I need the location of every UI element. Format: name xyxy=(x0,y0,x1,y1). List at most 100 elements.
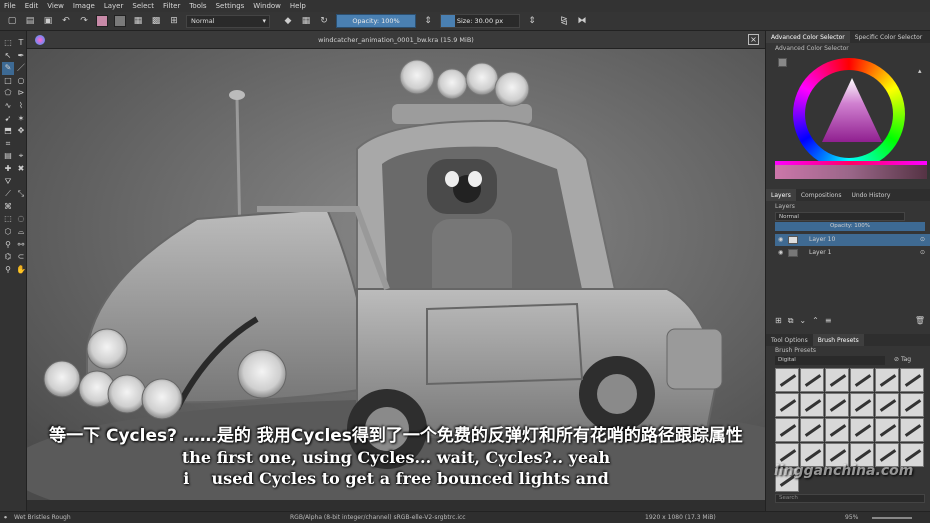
brush-preset-item[interactable] xyxy=(900,418,924,442)
pan-tool-icon[interactable]: ✋ xyxy=(15,264,27,277)
polyline-tool-icon[interactable]: ⊳ xyxy=(15,87,27,100)
menu-settings[interactable]: Settings xyxy=(216,2,245,10)
layer-row[interactable]: ◉ Layer 1 ⊙ xyxy=(775,247,930,259)
move-tool-icon[interactable]: ✥ xyxy=(15,125,27,138)
menu-help[interactable]: Help xyxy=(290,2,306,10)
color-triangle[interactable] xyxy=(822,78,882,142)
brush-preset-item[interactable] xyxy=(850,418,874,442)
move-up-icon[interactable]: ⌃ xyxy=(812,316,819,327)
menu-layer[interactable]: Layer xyxy=(104,2,124,10)
measure-tool-icon[interactable]: ⤡ xyxy=(15,188,27,201)
size-stepper-icon[interactable]: ⇕ xyxy=(526,15,538,27)
opacity-stepper-icon[interactable]: ⇕ xyxy=(422,15,434,27)
tag-button[interactable]: ⊘ Tag xyxy=(894,356,911,363)
contiguous-select-icon[interactable]: ⚲ xyxy=(2,239,14,252)
bezier-tool-icon[interactable]: ∿ xyxy=(2,100,14,113)
menu-tools[interactable]: Tools xyxy=(189,2,206,10)
line-tool-icon[interactable]: ／ xyxy=(15,62,27,75)
brush-preset-item[interactable] xyxy=(825,393,849,417)
menu-filter[interactable]: Filter xyxy=(163,2,180,10)
add-layer-icon[interactable]: ⊞ xyxy=(775,316,782,327)
brush-search-input[interactable]: Search xyxy=(775,494,925,503)
calligraphy-icon[interactable]: ✒ xyxy=(15,50,27,63)
brush-preset-item[interactable] xyxy=(825,418,849,442)
save-icon[interactable]: ▣ xyxy=(42,15,54,27)
gradient-icon[interactable]: ▦ xyxy=(132,15,144,27)
pattern-icon[interactable]: ▩ xyxy=(150,15,162,27)
tab-specific-color-selector[interactable]: Specific Color Selector xyxy=(850,31,927,43)
eraser-mode-icon[interactable]: ◆ xyxy=(282,15,294,27)
foreground-color-swatch[interactable] xyxy=(96,15,108,27)
brush-preset-item[interactable] xyxy=(850,368,874,392)
multibrush-icon[interactable]: ✶ xyxy=(15,113,27,126)
menu-window[interactable]: Window xyxy=(253,2,281,10)
tab-undo-history[interactable]: Undo History xyxy=(846,189,895,201)
move-down-icon[interactable]: ⌄ xyxy=(799,316,806,327)
ellipse-select-icon[interactable]: ◌ xyxy=(15,213,27,226)
zoom-slider[interactable] xyxy=(872,517,912,519)
new-document-icon[interactable]: ▢ xyxy=(6,15,18,27)
size-slider[interactable]: Size: 30.00 px xyxy=(440,14,520,28)
tab-brush-presets[interactable]: Brush Presets xyxy=(812,334,864,346)
brush-preset-item[interactable] xyxy=(800,368,824,392)
rect-select-icon[interactable]: ⬚ xyxy=(2,213,14,226)
tab-advanced-color-selector[interactable]: Advanced Color Selector xyxy=(766,31,850,43)
blend-mode-select[interactable]: Normal xyxy=(186,14,270,28)
layer-visibility-icon[interactable]: ◉ xyxy=(778,247,783,259)
edit-shapes-icon[interactable]: ↖ xyxy=(2,50,14,63)
reference-tool-icon[interactable]: ⌘ xyxy=(2,201,14,214)
polygon-select-icon[interactable]: ⬡ xyxy=(2,226,14,239)
brush-preset-item[interactable] xyxy=(775,368,799,392)
layer-row[interactable]: ◉ Layer 10 ⊙ xyxy=(775,234,930,246)
redo-icon[interactable]: ↷ xyxy=(78,15,90,27)
brush-preset-item[interactable] xyxy=(800,418,824,442)
brush-preset-item[interactable] xyxy=(900,368,924,392)
freehand-select-icon[interactable]: ⌓ xyxy=(15,226,27,239)
magnetic-select-icon[interactable]: ⊂ xyxy=(15,251,27,264)
rectangle-tool-icon[interactable]: □ xyxy=(2,75,14,88)
similar-select-icon[interactable]: ⚯ xyxy=(15,239,27,252)
polygon-tool-icon[interactable]: ⬠ xyxy=(2,87,14,100)
zoom-tool-icon[interactable]: ⚲ xyxy=(2,264,14,277)
close-document-icon[interactable]: × xyxy=(748,34,759,45)
brush-preset-item[interactable] xyxy=(875,393,899,417)
dynamic-brush-icon[interactable]: ➹ xyxy=(2,113,14,126)
text-tool-icon[interactable]: T xyxy=(15,37,27,50)
tab-layers[interactable]: Layers xyxy=(766,189,796,201)
brush-preset-item[interactable] xyxy=(900,393,924,417)
brush-tag-select[interactable]: Digital xyxy=(775,356,885,365)
gradient-tool-icon[interactable]: ▤ xyxy=(2,150,14,163)
fill-tool-icon[interactable]: ⛛ xyxy=(2,176,14,189)
layer-lock-icon[interactable]: ⊙ xyxy=(920,234,925,246)
brush-preset-item[interactable] xyxy=(775,393,799,417)
brush-preset-item[interactable] xyxy=(775,418,799,442)
freehand-path-icon[interactable]: ⌇ xyxy=(15,100,27,113)
ellipse-tool-icon[interactable]: ○ xyxy=(15,75,27,88)
freehand-brush-icon[interactable]: ✎ xyxy=(2,62,14,75)
menu-select[interactable]: Select xyxy=(132,2,154,10)
menu-edit[interactable]: Edit xyxy=(25,2,39,10)
mirror-vertical-icon[interactable]: ⧓ xyxy=(576,15,588,27)
reload-preset-icon[interactable]: ↻ xyxy=(318,15,330,27)
preserve-alpha-icon[interactable]: ▦ xyxy=(300,15,312,27)
open-document-icon[interactable]: ▤ xyxy=(24,15,36,27)
menu-view[interactable]: View xyxy=(47,2,64,10)
brush-preset-item[interactable] xyxy=(800,393,824,417)
brush-preset-item[interactable] xyxy=(825,368,849,392)
color-history-scroll-icon[interactable]: ▴ xyxy=(918,67,926,75)
brush-preset-icon[interactable]: ⊞ xyxy=(168,15,180,27)
color-picker-icon[interactable]: ⌖ xyxy=(15,150,27,163)
tab-compositions[interactable]: Compositions xyxy=(796,189,847,201)
layer-blend-select[interactable]: Normal xyxy=(775,212,905,221)
color-selector-settings-icon[interactable] xyxy=(778,58,787,67)
brush-preset-item[interactable] xyxy=(850,393,874,417)
transform-tool-icon[interactable]: ⬒ xyxy=(2,125,14,138)
colorize-mask-icon[interactable]: ✖ xyxy=(15,163,27,176)
menu-file[interactable]: File xyxy=(4,2,16,10)
smart-patch-icon[interactable]: ✚ xyxy=(2,163,14,176)
layer-opacity-slider[interactable]: Opacity: 100% xyxy=(775,222,925,231)
opacity-slider[interactable]: Opacity: 100% xyxy=(336,14,416,28)
undo-icon[interactable]: ↶ xyxy=(60,15,72,27)
layer-options-icon[interactable]: ⧉ xyxy=(788,316,794,327)
layer-visibility-icon[interactable]: ◉ xyxy=(778,234,783,246)
